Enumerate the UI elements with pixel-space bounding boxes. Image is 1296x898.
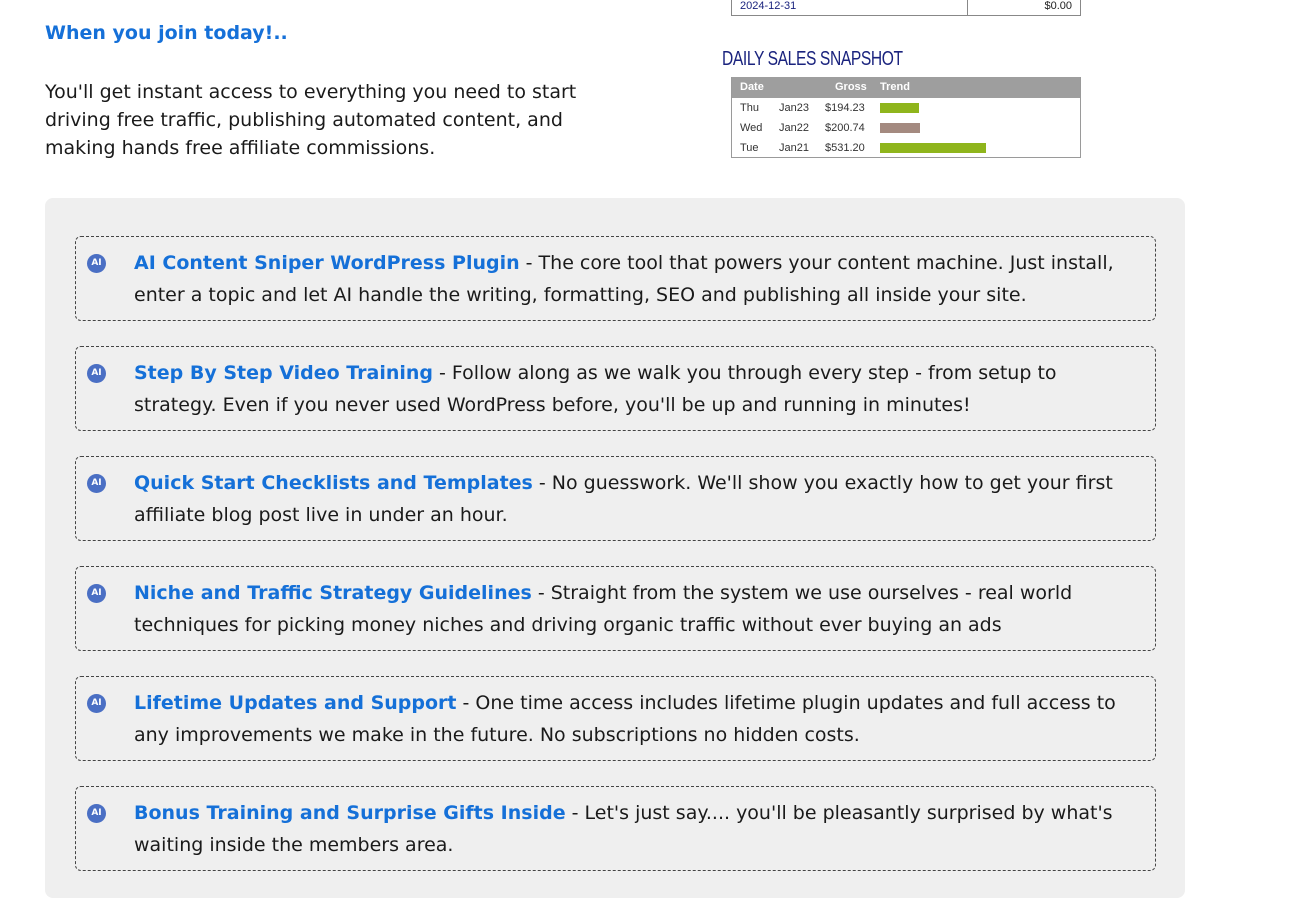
sales-row-gross: $531.20 [825, 142, 865, 154]
trend-bar [880, 143, 986, 153]
intro-heading: When you join today!.. [45, 22, 288, 44]
feature-title: AI Content Sniper WordPress Plugin [134, 252, 520, 274]
table-divider [967, 0, 968, 15]
sales-row-day: Tue [740, 142, 759, 154]
sales-row: Tue Jan21 $531.20 [732, 138, 1080, 157]
feature-title: Step By Step Video Training [134, 362, 433, 384]
feature-text: Lifetime Updates and Support - One time … [134, 687, 1144, 751]
feature-card: AI Quick Start Checklists and Templates -… [75, 456, 1156, 541]
feature-title: Lifetime Updates and Support [134, 692, 457, 714]
sales-row-gross: $200.74 [825, 122, 865, 134]
feature-text: Step By Step Video Training - Follow alo… [134, 357, 1144, 421]
feature-text: Bonus Training and Surprise Gifts Inside… [134, 797, 1144, 861]
feature-card: AI Lifetime Updates and Support - One tim… [75, 676, 1156, 761]
feature-title: Quick Start Checklists and Templates [134, 472, 533, 494]
sales-row-date: Jan22 [779, 122, 809, 134]
sales-top-date: 2024-12-31 [740, 0, 797, 12]
header-trend: Trend [880, 81, 910, 93]
sales-row: Thu Jan23 $194.23 [732, 98, 1080, 118]
feature-title: Niche and Traffic Strategy Guidelines [134, 582, 532, 604]
sales-row-date: Jan21 [779, 142, 809, 154]
sales-row-day: Thu [740, 102, 759, 114]
sales-top-amount: $0.00 [1044, 0, 1072, 12]
feature-title: Bonus Training and Surprise Gifts Inside [134, 802, 566, 824]
feature-card: AI Step By Step Video Training - Follow a… [75, 346, 1156, 431]
trend-bar [880, 103, 919, 113]
feature-card: AI AI Content Sniper WordPress Plugin - T… [75, 236, 1156, 321]
intro-text: You'll get instant access to everything … [45, 81, 577, 159]
sales-snapshot-table: Date Gross Trend Thu Jan23 $194.23 Wed Jan22… [731, 77, 1081, 158]
trend-bar [880, 123, 920, 133]
ai-badge-icon: AI [87, 584, 106, 603]
sales-row-date: Jan23 [779, 102, 809, 114]
ai-badge-icon: AI [87, 474, 106, 493]
header-date: Date [740, 81, 764, 93]
sales-table-header: Date Gross Trend [732, 77, 1080, 98]
feature-text: Quick Start Checklists and Templates - N… [134, 467, 1144, 531]
sales-top-table: 2024-12-31 $0.00 [731, 0, 1081, 16]
sales-snapshot-title: DAILY SALES SNAPSHOT [722, 48, 903, 70]
feature-text: AI Content Sniper WordPress Plugin - The… [134, 247, 1144, 311]
feature-card: AI Bonus Training and Surprise Gifts Insi… [75, 786, 1156, 871]
ai-badge-icon: AI [87, 364, 106, 383]
ai-badge-icon: AI [87, 694, 106, 713]
sales-row-gross: $194.23 [825, 102, 865, 114]
ai-badge-icon: AI [87, 254, 106, 273]
ai-badge-icon: AI [87, 804, 106, 823]
sales-row: Wed Jan22 $200.74 [732, 118, 1080, 138]
feature-text: Niche and Traffic Strategy Guidelines - … [134, 577, 1144, 641]
feature-card: AI Niche and Traffic Strategy Guidelines … [75, 566, 1156, 651]
sales-row-day: Wed [740, 122, 763, 134]
header-gross: Gross [835, 81, 867, 93]
